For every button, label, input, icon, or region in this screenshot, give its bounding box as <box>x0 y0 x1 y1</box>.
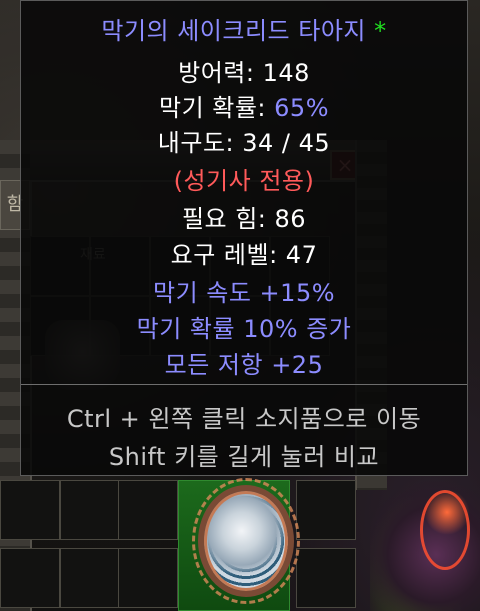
grid-cell[interactable] <box>296 548 356 608</box>
item-name: 막기의 세이크리드 타아지 <box>101 17 366 45</box>
grid-cell[interactable] <box>0 480 60 540</box>
durability-line: 내구도: 34 / 45 <box>157 129 331 157</box>
mod-all-resist: 모든 저항 +25 <box>164 351 324 379</box>
defense-label: 방어력: <box>178 59 263 87</box>
tooltip-divider <box>21 384 467 385</box>
hint-move: Ctrl + 왼쪽 클릭 소지품으로 이동 <box>66 405 422 433</box>
defense-value: 148 <box>262 59 310 87</box>
required-level: 요구 레벨: 47 <box>170 241 318 269</box>
defense-line: 방어력: 148 <box>21 53 467 88</box>
grid-cell[interactable] <box>0 548 60 608</box>
grid-cell[interactable] <box>60 480 120 540</box>
mod-block-chance: 막기 확률 10% 증가 <box>136 315 352 343</box>
shield-item-icon[interactable] <box>198 485 294 597</box>
socket-mark: * <box>374 17 387 45</box>
required-strength: 필요 힘: 86 <box>181 205 307 233</box>
grid-cell[interactable] <box>60 548 120 608</box>
item-tooltip: 막기의 세이크리드 타아지 * 방어력: 148 막기 확률: 65% 내구도:… <box>20 0 468 476</box>
hint-compare: Shift 키를 길게 눌러 비교 <box>108 443 380 471</box>
mod-block-speed: 막기 속도 +15% <box>152 279 336 307</box>
grid-cell[interactable] <box>118 480 178 540</box>
block-line: 막기 확률: 65% <box>21 88 467 123</box>
item-name-line: 막기의 세이크리드 타아지 * <box>21 11 467 46</box>
block-value: 65% <box>274 94 329 122</box>
grid-cell[interactable] <box>296 480 356 540</box>
grid-cell[interactable] <box>118 548 178 608</box>
flame-ring-icon <box>420 490 470 570</box>
class-restriction: (성기사 전용) <box>173 167 315 195</box>
block-label: 막기 확률: <box>158 94 275 122</box>
